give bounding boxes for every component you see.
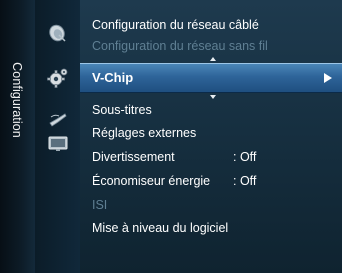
menu-item-label: Divertissement	[92, 150, 175, 164]
setup-menu: Configuration du réseau câblé Configurat…	[80, 0, 342, 273]
menu-item-wireless-network[interactable]: Configuration du réseau sans fil	[92, 36, 268, 56]
submenu-arrow-icon	[324, 73, 332, 83]
menu-item-v-chip[interactable]: V-Chip	[80, 63, 342, 93]
menu-item-entertainment[interactable]: Divertissement : Off	[92, 147, 256, 167]
selected-item-label: V-Chip	[92, 70, 134, 85]
menu-item-value: : Off	[233, 150, 257, 164]
gear-icon[interactable]	[46, 68, 70, 88]
menu-item-energy-saver[interactable]: Économiseur énergie : Off	[92, 171, 256, 191]
satellite-dish-icon[interactable]	[46, 24, 70, 44]
remote-antenna-icon[interactable]	[46, 110, 70, 130]
tv-menu-screen: Configuration Configuration du réseau câ…	[0, 0, 342, 273]
category-label: Configuration	[10, 62, 24, 138]
menu-item-label: Sous-titres	[92, 103, 152, 117]
scroll-down-indicator-icon	[210, 95, 216, 99]
menu-item-subtitles[interactable]: Sous-titres	[92, 100, 152, 120]
menu-item-wired-network[interactable]: Configuration du réseau câblé	[92, 15, 259, 35]
tv-screen-icon[interactable]	[46, 134, 70, 154]
menu-item-external-settings[interactable]: Réglages externes	[92, 123, 196, 143]
menu-item-isi[interactable]: ISI	[92, 195, 107, 215]
menu-item-label: ISI	[92, 198, 108, 212]
category-side-tab: Configuration	[0, 0, 36, 273]
menu-item-value: : Off	[233, 174, 257, 188]
menu-item-label: Réglages externes	[92, 126, 197, 140]
scroll-up-indicator-icon	[210, 57, 216, 61]
menu-item-label: Économiseur énergie	[92, 174, 211, 188]
menu-item-label: Mise à niveau du logiciel	[92, 221, 229, 235]
menu-item-software-upgrade[interactable]: Mise à niveau du logiciel	[92, 218, 228, 238]
